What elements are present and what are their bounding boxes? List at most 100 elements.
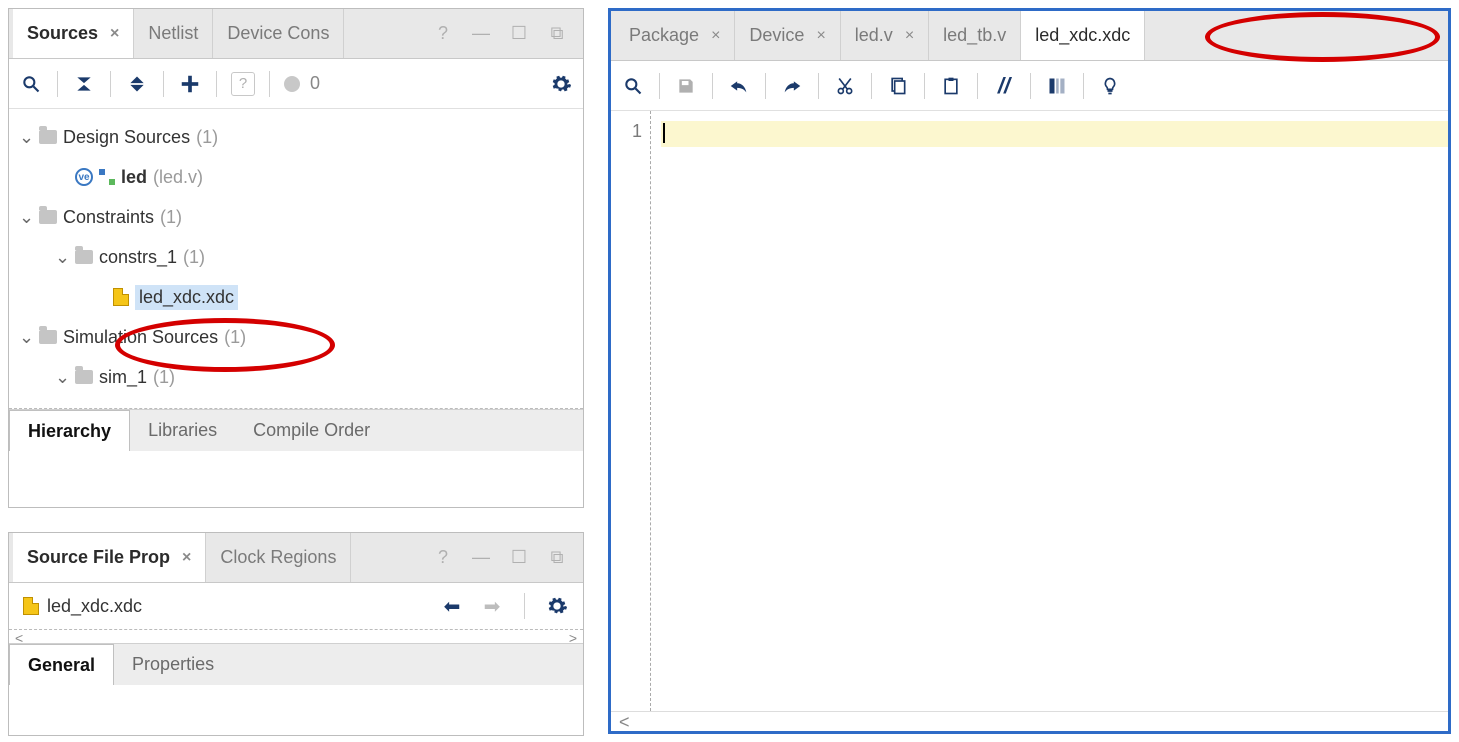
float-icon[interactable]: ⧉ [545, 546, 569, 570]
close-icon[interactable]: × [905, 27, 914, 45]
minimize-icon[interactable]: — [469, 546, 493, 570]
sources-panel: Sources × Netlist Device Cons ? — ☐ ⧉ [8, 8, 584, 508]
tree-simulation-sources[interactable]: ⌄ Simulation Sources (1) [9, 317, 583, 357]
close-icon[interactable]: × [816, 27, 825, 45]
chevron-down-icon[interactable]: ⌄ [55, 247, 69, 268]
search-icon[interactable] [621, 74, 645, 98]
tab-ledv-label: led.v [855, 25, 893, 46]
add-sources-icon[interactable] [178, 72, 202, 96]
folder-icon [39, 130, 57, 144]
maximize-icon[interactable]: ☐ [507, 546, 531, 570]
xdc-label: led_xdc.xdc [135, 285, 238, 310]
editor-tabbar: Package × Device × led.v × led_tb.v led_… [611, 11, 1448, 61]
column-select-icon[interactable] [1045, 74, 1069, 98]
tree-sim1[interactable]: ⌄ sim_1 (1) [9, 357, 583, 397]
tree-item-led[interactable]: ve led (led.v) [9, 157, 583, 197]
undo-icon[interactable] [727, 74, 751, 98]
tab-device[interactable]: Device × [735, 11, 840, 60]
btab-properties-label: Properties [132, 654, 214, 675]
panel-window-actions: ? — ☐ ⧉ [431, 22, 579, 46]
close-icon[interactable]: × [711, 27, 720, 45]
tab-ledv[interactable]: led.v × [841, 11, 929, 60]
settings-icon[interactable] [549, 72, 573, 96]
editor-hscroll[interactable]: < [611, 711, 1448, 729]
btab-libraries[interactable]: Libraries [130, 410, 235, 451]
sources-toolbar: ? 0 [9, 59, 583, 109]
tab-package-label: Package [629, 25, 699, 46]
expand-all-icon[interactable] [125, 72, 149, 96]
help-box-icon[interactable]: ? [231, 72, 255, 96]
btab-properties[interactable]: Properties [114, 644, 232, 685]
save-icon[interactable] [674, 74, 698, 98]
tree-constrs1[interactable]: ⌄ constrs_1 (1) [9, 237, 583, 277]
help-icon[interactable]: ? [431, 22, 455, 46]
nav-back-icon[interactable]: ⬅ [440, 594, 464, 618]
props-file-name: led_xdc.xdc [47, 596, 142, 617]
close-icon[interactable]: × [110, 25, 119, 43]
nav-forward-icon[interactable]: ➡ [480, 594, 504, 618]
folder-icon [39, 210, 57, 224]
design-sources-label: Design Sources [63, 127, 190, 148]
btab-general-label: General [28, 655, 95, 676]
tab-sfp-label: Source File Prop [27, 547, 170, 568]
btab-hierarchy[interactable]: Hierarchy [9, 410, 130, 451]
props-tabbar: Source File Prop × Clock Regions ? — ☐ ⧉ [9, 533, 583, 583]
redo-icon[interactable] [780, 74, 804, 98]
btab-compile-order[interactable]: Compile Order [235, 410, 388, 451]
folder-icon [75, 370, 93, 384]
xdc-file-icon [23, 597, 39, 615]
sources-tree[interactable]: ⌄ Design Sources (1) ve led (led.v) ⌄ Co… [9, 109, 583, 409]
copy-icon[interactable] [886, 74, 910, 98]
lightbulb-icon[interactable] [1098, 74, 1122, 98]
chevron-down-icon[interactable]: ⌄ [19, 127, 33, 148]
paste-icon[interactable] [939, 74, 963, 98]
search-icon[interactable] [19, 72, 43, 96]
maximize-icon[interactable]: ☐ [507, 22, 531, 46]
toggle-comment-icon[interactable]: // [992, 74, 1016, 98]
tab-device-constraints[interactable]: Device Cons [213, 9, 344, 58]
editor-area: 1 [611, 111, 1448, 711]
chevron-down-icon[interactable]: ⌄ [19, 327, 33, 348]
tab-device-label: Device Cons [227, 23, 329, 44]
btab-libraries-label: Libraries [148, 420, 217, 441]
editor-panel: Package × Device × led.v × led_tb.v led_… [608, 8, 1451, 734]
tree-constraints[interactable]: ⌄ Constraints (1) [9, 197, 583, 237]
tab-package[interactable]: Package × [615, 11, 735, 60]
help-icon[interactable]: ? [431, 546, 455, 570]
tab-ledtb[interactable]: led_tb.v [929, 11, 1021, 60]
cut-icon[interactable] [833, 74, 857, 98]
constrs1-count: (1) [183, 247, 205, 268]
design-sources-count: (1) [196, 127, 218, 148]
sim1-label: sim_1 [99, 367, 147, 388]
collapse-all-icon[interactable] [72, 72, 96, 96]
float-icon[interactable]: ⧉ [545, 22, 569, 46]
props-hscroll[interactable]: <> [9, 629, 583, 643]
editor-line-1[interactable] [661, 121, 1448, 147]
tab-sources[interactable]: Sources × [13, 9, 134, 58]
settings-icon[interactable] [545, 594, 569, 618]
constraints-count: (1) [160, 207, 182, 228]
line-number-1: 1 [611, 121, 642, 142]
chevron-down-icon[interactable]: ⌄ [55, 367, 69, 388]
messages-dot-icon[interactable] [284, 76, 300, 92]
tab-source-file-prop[interactable]: Source File Prop × [13, 533, 206, 582]
props-body: led_xdc.xdc ⬅ ➡ [9, 583, 583, 629]
tab-led-xdc[interactable]: led_xdc.xdc [1021, 11, 1145, 60]
messages-count: 0 [310, 73, 320, 94]
text-cursor [663, 123, 665, 143]
btab-general[interactable]: General [9, 644, 114, 685]
folder-icon [39, 330, 57, 344]
led-name: led [121, 167, 147, 188]
sim1-count: (1) [153, 367, 175, 388]
tab-clock-label: Clock Regions [220, 547, 336, 568]
minimize-icon[interactable]: — [469, 22, 493, 46]
tree-design-sources[interactable]: ⌄ Design Sources (1) [9, 117, 583, 157]
tab-netlist[interactable]: Netlist [134, 9, 213, 58]
editor-code[interactable] [651, 111, 1448, 711]
close-icon[interactable]: × [182, 549, 191, 567]
tab-clock-regions[interactable]: Clock Regions [206, 533, 351, 582]
source-file-properties-panel: Source File Prop × Clock Regions ? — ☐ ⧉… [8, 532, 584, 736]
tree-item-xdc[interactable]: led_xdc.xdc [9, 277, 583, 317]
folder-icon [75, 250, 93, 264]
chevron-down-icon[interactable]: ⌄ [19, 207, 33, 228]
